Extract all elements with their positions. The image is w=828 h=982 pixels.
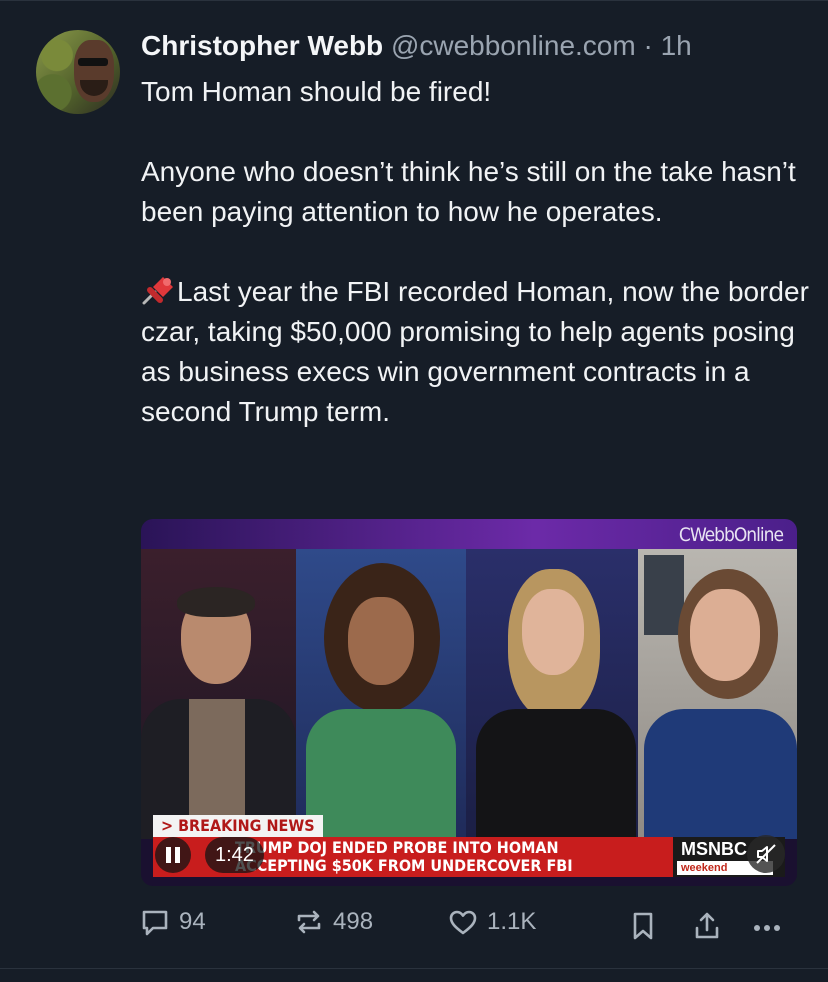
video-panel-3: [466, 549, 638, 839]
repost-button[interactable]: 498: [293, 906, 373, 938]
pause-icon: [166, 847, 171, 863]
video-player[interactable]: CWebbOnline > BREAKING NEWS TRUMP DOJ EN…: [141, 519, 797, 886]
like-count: 1.1K: [487, 908, 537, 935]
repost-icon: [297, 910, 321, 934]
video-panel-4: [638, 549, 797, 839]
chyron-line-1: TRUMP DOJ ENDED PROBE INTO HOMAN: [235, 838, 559, 857]
video-elapsed-time: 1:42: [205, 837, 264, 873]
post-time[interactable]: 1h: [661, 30, 692, 61]
author-handle[interactable]: @cwebbonline.com: [391, 30, 636, 61]
ellipsis-icon: [754, 925, 780, 931]
author-name[interactable]: Christopher Webb: [141, 30, 383, 61]
bookmark-button[interactable]: [626, 906, 660, 946]
post-paragraph-2: Anyone who doesn’t think he’s still on t…: [141, 156, 804, 227]
video-panel-1: [141, 549, 296, 839]
video-watermark: CWebbOnline: [678, 524, 784, 546]
post-paragraph-3: Last year the FBI recorded Homan, now th…: [141, 276, 817, 427]
bottom-divider: [0, 968, 828, 969]
heart-icon: [449, 910, 477, 935]
top-divider: [0, 0, 828, 1]
post-line-1: Tom Homan should be fired!: [141, 76, 492, 107]
share-icon: [695, 912, 719, 939]
share-button[interactable]: [690, 906, 724, 946]
repost-count: 498: [333, 908, 374, 935]
reply-icon: [142, 910, 168, 936]
bookmark-icon: [633, 912, 653, 940]
mute-button[interactable]: [747, 835, 785, 873]
network-logo: MSNBC: [681, 839, 747, 859]
speaker-muted-icon: [756, 844, 776, 864]
breaking-news-label: > BREAKING NEWS: [153, 815, 323, 837]
post-body: Tom Homan should be fired! Anyone who do…: [141, 72, 811, 432]
reply-count: 94: [179, 908, 206, 935]
pause-button[interactable]: [155, 837, 191, 873]
post-header: Christopher Webb @cwebbonline.com · 1h: [141, 28, 692, 64]
like-button[interactable]: 1.1K: [447, 906, 536, 938]
pushpin-icon: [142, 277, 173, 305]
header-separator: ·: [643, 30, 653, 61]
avatar-glasses: [78, 58, 108, 66]
video-panel-2: [296, 549, 466, 839]
chyron-line-2: ACCEPTING $50K FROM UNDERCOVER FBI: [235, 856, 573, 875]
avatar[interactable]: [36, 30, 120, 114]
reply-button[interactable]: 94: [139, 906, 206, 938]
more-options-button[interactable]: [750, 906, 784, 946]
